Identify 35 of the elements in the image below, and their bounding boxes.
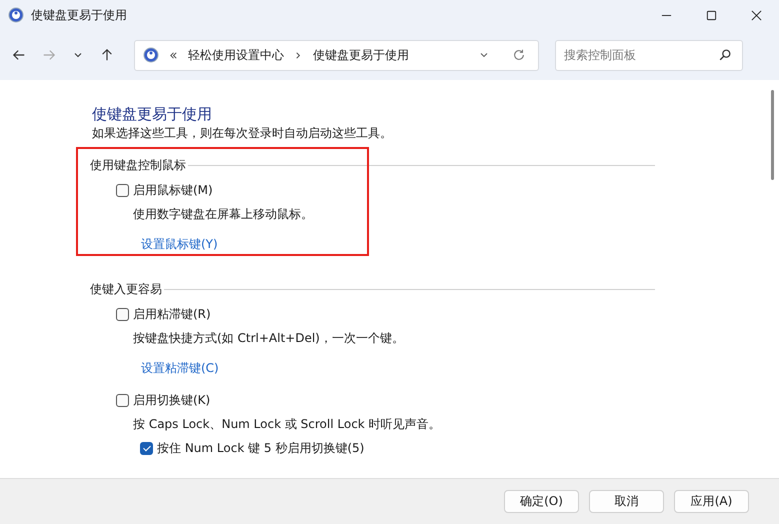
page-description: 如果选择这些工具，则在每次登录时自动启动这些工具。 (92, 125, 393, 142)
checkbox-label[interactable]: 启用粘滞键(R) (133, 306, 211, 322)
option-description: 按 Caps Lock、Num Lock 或 Scroll Lock 时听见声音。 (133, 417, 441, 431)
option-description: 使用数字键盘在屏幕上移动鼠标。 (133, 207, 313, 221)
section-title: 使键入更容易 (90, 281, 162, 298)
checkbox[interactable] (116, 308, 129, 320)
page-heading: 使键盘更易于使用 (92, 104, 213, 124)
dialog-button[interactable]: 应用(A) (674, 490, 749, 513)
checkbox-label[interactable]: 启用鼠标键(M) (133, 182, 213, 198)
dialog-button[interactable]: 取消 (589, 490, 664, 513)
back-arrow-icon[interactable] (12, 48, 26, 62)
checkbox[interactable] (116, 394, 129, 406)
dialog-button[interactable]: 确定(O) (504, 490, 579, 513)
chevron-right-icon (294, 50, 303, 60)
settings-link[interactable]: 设置鼠标键(Y) (141, 236, 218, 252)
up-arrow-icon[interactable] (100, 48, 114, 62)
checkbox[interactable] (140, 442, 153, 454)
maximize-icon[interactable] (706, 10, 717, 20)
search-icon[interactable] (718, 48, 732, 62)
section-title: 使用键盘控制鼠标 (90, 157, 186, 174)
breadcrumb-item[interactable]: 使键盘更易于使用 (313, 46, 409, 64)
refresh-icon[interactable] (512, 48, 526, 62)
search-field[interactable]: 搜索控制面板 (555, 40, 743, 70)
close-icon[interactable] (751, 10, 762, 20)
window-title: 使键盘更易于使用 (31, 6, 127, 24)
checkbox-label[interactable]: 启用切换键(K) (133, 392, 210, 408)
checkbox-label[interactable]: 按住 Num Lock 键 5 秒启用切换键(5) (157, 440, 364, 456)
control-panel-icon (143, 47, 159, 63)
address-bar[interactable]: 轻松使用设置中心 使键盘更易于使用 (134, 40, 539, 70)
breadcrumb-item[interactable]: 轻松使用设置中心 (188, 46, 284, 64)
double-chevron-icon (169, 50, 178, 60)
checkbox[interactable] (116, 184, 129, 196)
option-description: 按键盘快捷方式(如 Ctrl+Alt+Del)，一次一个键。 (133, 331, 404, 345)
settings-link[interactable]: 设置粘滞键(C) (141, 360, 219, 376)
control-panel-icon (8, 7, 24, 23)
